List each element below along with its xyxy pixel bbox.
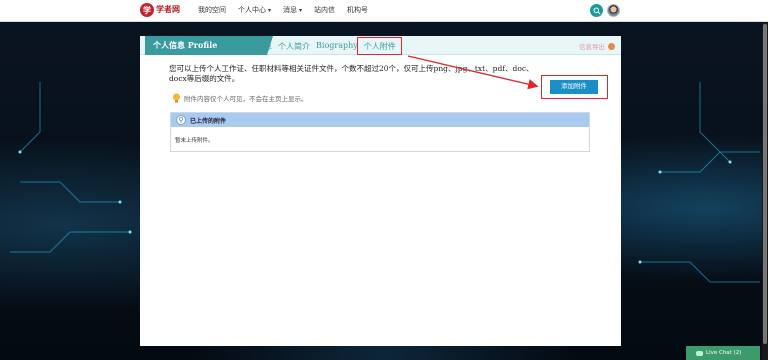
export-label: 信息导出	[579, 43, 605, 51]
tab-intro[interactable]: 个人简介	[278, 41, 310, 52]
site-logo-text[interactable]: 学者网	[156, 4, 180, 15]
export-icon	[608, 42, 615, 50]
logo-icon[interactable]: 学	[140, 3, 154, 17]
live-chat-button[interactable]: Live Chat (2)	[686, 346, 760, 360]
chevron-down-icon: ▾	[299, 7, 303, 14]
top-navbar: 学 学者网 我的空间 个人中心 ▾ 消息 ▾ 站内信 机构号	[0, 0, 768, 22]
tab-highlight-box	[357, 37, 402, 55]
privacy-hint: 附件内容仅个人可见，不会在主页上显示。	[172, 93, 308, 103]
add-button-highlight-box: 添加附件	[541, 75, 608, 99]
live-chat-label: Live Chat (2)	[706, 350, 742, 356]
tab-user-info[interactable]: 用户信息	[240, 41, 272, 52]
nav-messages[interactable]: 消息 ▾	[283, 5, 302, 15]
tab-biography[interactable]: Biography	[316, 41, 358, 52]
nav-inbox[interactable]: 站内信	[314, 5, 335, 15]
page-scrollbar[interactable]	[762, 22, 768, 360]
profile-panel: 个人信息 Profile 用户信息 个人简介 Biography 个人附件 信息…	[140, 36, 621, 346]
chevron-down-icon: ▾	[268, 7, 272, 14]
uploaded-title: 已上传的附件	[190, 117, 227, 125]
uploaded-attachments-header: ⚲ 已上传的附件	[171, 113, 589, 127]
scrollbar-thumb[interactable]	[763, 24, 767, 344]
empty-state-text: 暂未上传附件。	[175, 138, 214, 144]
search-button[interactable]	[590, 4, 603, 17]
tab-strip: 个人信息 Profile 用户信息 个人简介 Biography 个人附件 信息…	[140, 36, 621, 55]
hint-text: 附件内容仅个人可见，不会在主页上显示。	[184, 95, 308, 103]
nav-personal-center[interactable]: 个人中心 ▾	[238, 5, 271, 15]
uploaded-attachments-box: ⚲ 已上传的附件 暂未上传附件。	[170, 112, 590, 152]
user-avatar[interactable]	[607, 4, 620, 17]
paperclip-icon: ⚲	[176, 115, 186, 125]
nav-my-space[interactable]: 我的空间	[198, 5, 226, 15]
lightbulb-icon	[173, 93, 180, 103]
chat-icon	[696, 350, 703, 356]
search-icon	[593, 7, 601, 15]
main-nav: 我的空间 个人中心 ▾ 消息 ▾ 站内信 机构号	[198, 5, 368, 15]
nav-institution[interactable]: 机构号	[347, 5, 368, 15]
add-attachment-button[interactable]: 添加附件	[550, 80, 598, 94]
export-link[interactable]: 信息导出	[579, 41, 615, 51]
upload-description: 您可以上传个人工作证、任职材料等相关证件文件，个数不超过20个，仅可上传png、…	[169, 64, 534, 83]
